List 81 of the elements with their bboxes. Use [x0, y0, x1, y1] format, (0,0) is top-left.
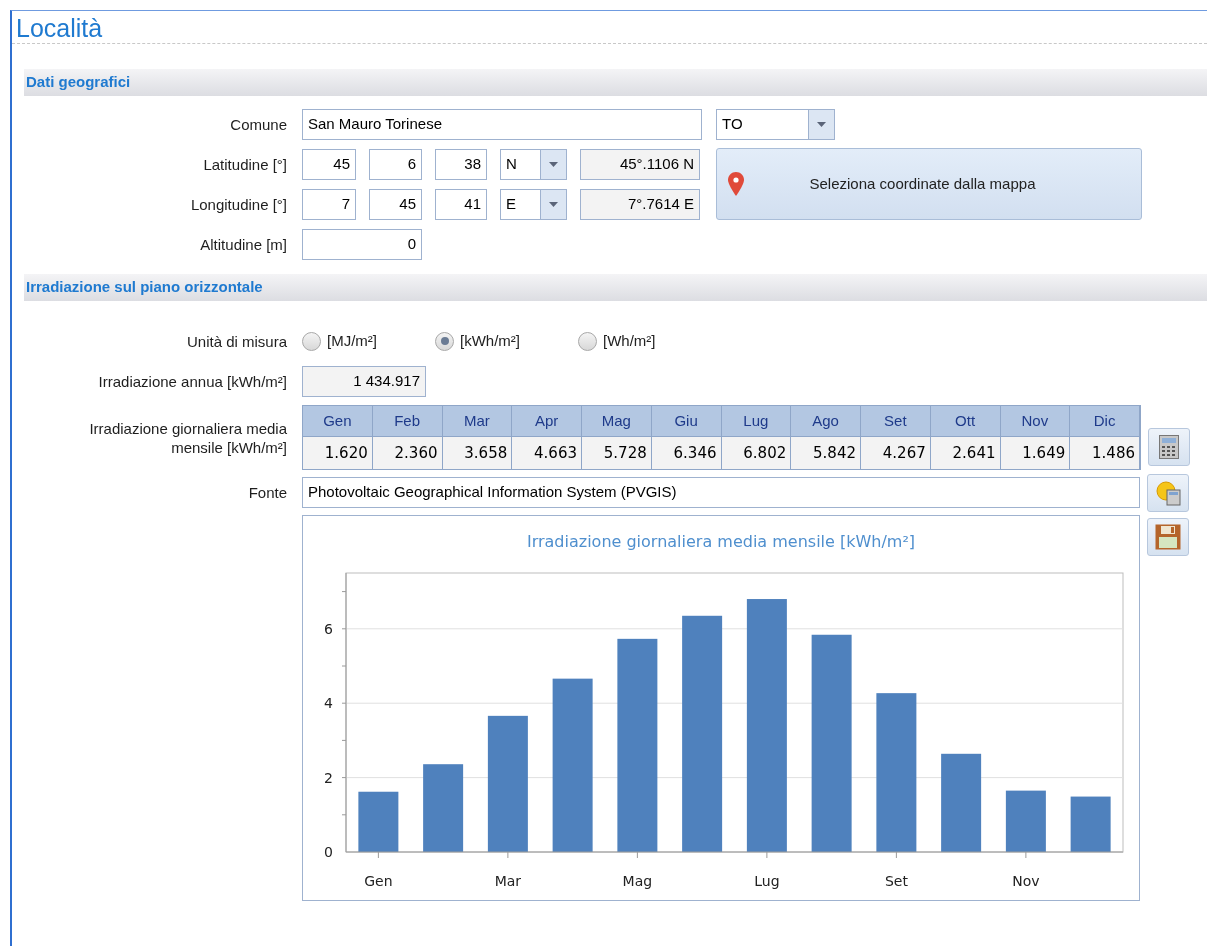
table-cell: 4.663 — [512, 437, 582, 469]
bar — [358, 791, 399, 852]
field-label: Irradiazione giornaliera media mensile [kWh/m²] — [88, 419, 287, 457]
save-icon — [1155, 524, 1181, 550]
text-field[interactable]: 45 — [369, 189, 422, 220]
page-title: Località — [16, 14, 103, 42]
radio-option[interactable]: [kWh/m²] — [435, 329, 520, 353]
axis-label: 0 — [324, 844, 333, 860]
chart-title: Irradiazione giornaliera media mensile [kWh/m²] — [526, 532, 916, 551]
table-cell: 2.360 — [372, 437, 443, 469]
text-field[interactable]: 7 — [302, 189, 356, 220]
column-header: Nov — [1000, 406, 1071, 437]
map-pin-icon — [728, 172, 744, 196]
column-header: Gen — [303, 406, 373, 437]
column-header: Set — [861, 406, 931, 437]
radio-button[interactable] — [435, 331, 454, 351]
caret-icon — [817, 122, 826, 127]
save-button[interactable] — [1147, 518, 1189, 556]
field-label: Latitudine [°] — [203, 155, 287, 174]
text-field[interactable]: 0 — [302, 229, 422, 260]
column-header: Apr — [512, 406, 582, 437]
dropdown[interactable]: TO — [716, 109, 835, 140]
column-header: Lug — [721, 406, 792, 437]
text-field[interactable]: Photovoltaic Geographical Information System (PVGIS) — [302, 477, 1140, 508]
table-cell: 1.649 — [1000, 437, 1071, 469]
axis-label: Lug — [754, 873, 780, 889]
field-label: Comune — [230, 115, 287, 134]
column-header: Mag — [582, 406, 652, 437]
bar — [1005, 790, 1046, 852]
text-field[interactable]: 1 434.917 — [302, 366, 426, 397]
axis-label: Nov — [1012, 873, 1040, 889]
sun-calculator-button[interactable] — [1147, 474, 1189, 512]
field-label: Fonte — [248, 483, 287, 502]
column-header: Giu — [651, 406, 722, 437]
text-field[interactable]: 45 — [302, 149, 356, 180]
bar — [1070, 796, 1111, 852]
table-cell: 3.658 — [442, 437, 513, 469]
section-header: Dati geografici — [24, 69, 1207, 96]
column-header: Ago — [791, 406, 861, 437]
text-field[interactable]: San Mauro Torinese — [302, 109, 702, 140]
sun-calculator-icon — [1155, 480, 1181, 506]
section-header: Irradiazione sul piano orizzontale — [24, 274, 1207, 301]
table-cell: 5.842 — [791, 437, 861, 469]
radio-option[interactable]: [Wh/m²] — [578, 329, 656, 353]
field-label: Altitudine [m] — [200, 235, 287, 254]
column-header: Ott — [930, 406, 1001, 437]
axis-label: Mar — [494, 873, 522, 889]
axis-label: 6 — [324, 620, 333, 637]
table-cell: 1.620 — [303, 437, 373, 469]
caret-icon — [549, 162, 558, 167]
radio-option[interactable]: [MJ/m²] — [302, 329, 377, 353]
text-field[interactable]: 41 — [435, 189, 487, 220]
field-label: Irradiazione annua [kWh/m²] — [98, 372, 287, 391]
field-label: Longitudine [°] — [190, 195, 287, 214]
calculator-icon — [1159, 435, 1179, 459]
dropdown[interactable]: N — [500, 149, 567, 180]
column-header: Mar — [442, 406, 513, 437]
column-header: Feb — [372, 406, 443, 437]
text-field[interactable]: 38 — [435, 149, 487, 180]
table-cell: 2.641 — [930, 437, 1001, 469]
dropdown[interactable]: E — [500, 189, 567, 220]
table-cell: 5.728 — [582, 437, 652, 469]
table-cell: 6.802 — [721, 437, 792, 469]
text-field[interactable]: 45°.1106 N — [580, 149, 700, 180]
axis-label: Set — [884, 873, 908, 889]
axis-label: 4 — [324, 695, 333, 712]
column-header: Dic — [1070, 406, 1140, 437]
radio-button[interactable] — [578, 331, 597, 351]
text-field[interactable]: 6 — [369, 149, 422, 180]
axis-label: Gen — [364, 873, 393, 889]
caret-icon — [549, 202, 558, 207]
field-label: Unità di misura — [186, 331, 287, 351]
table-cell: 1.486 — [1070, 437, 1140, 469]
table-cell: 4.267 — [861, 437, 931, 469]
axis-label: Mag — [622, 873, 653, 889]
text-field[interactable]: 7°.7614 E — [580, 189, 700, 220]
axis-label: 2 — [324, 769, 333, 786]
table-cell: 6.346 — [651, 437, 722, 469]
calculator-button[interactable] — [1148, 428, 1190, 466]
radio-button[interactable] — [302, 331, 321, 351]
map-button[interactable]: Seleziona coordinate dalla mappa — [716, 148, 1142, 220]
